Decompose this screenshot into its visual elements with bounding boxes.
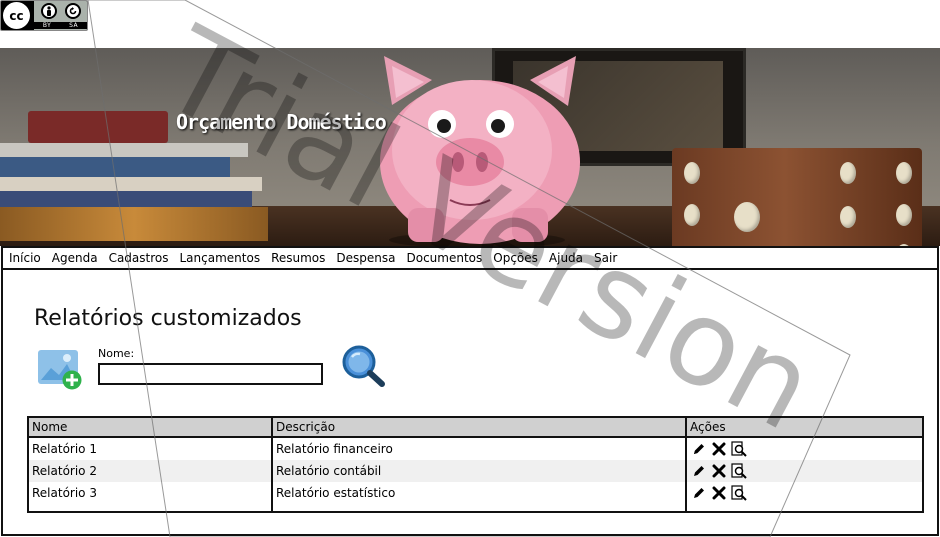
header-descricao[interactable]: Descrição xyxy=(273,418,685,436)
piggy-bank xyxy=(380,56,580,246)
row-description: Relatório contábil xyxy=(276,464,382,478)
share-alike-icon xyxy=(64,3,81,19)
row-name: Relatório 2 xyxy=(32,464,97,478)
main-frame: Início Agenda Cadastros Lançamentos Resu… xyxy=(1,246,939,536)
menu-documentos[interactable]: Documentos xyxy=(407,251,483,265)
cc-license-badge: cc BY SA xyxy=(0,0,88,31)
menu-ajuda[interactable]: Ajuda xyxy=(549,251,583,265)
table-row[interactable]: Relatório 1 Relatório financeiro xyxy=(29,438,922,460)
name-input[interactable] xyxy=(98,363,323,385)
table-row[interactable]: Relatório 2 Relatório contábil xyxy=(29,460,922,482)
dice xyxy=(672,148,922,246)
menu-bar: Início Agenda Cadastros Lançamentos Resu… xyxy=(3,248,937,270)
page-title: Relatórios customizados xyxy=(34,306,302,331)
reports-table: Nome Descrição Ações Relatório 1 Relatór… xyxy=(27,416,924,513)
menu-resumos[interactable]: Resumos xyxy=(271,251,325,265)
delete-x-icon[interactable] xyxy=(711,441,727,457)
person-icon xyxy=(40,3,57,19)
view-document-icon[interactable] xyxy=(731,485,747,501)
pencil-icon[interactable] xyxy=(691,441,707,457)
header-banner: Orçamento Doméstico xyxy=(0,48,940,246)
table-header: Nome Descrição Ações xyxy=(29,418,922,438)
cc-icon: cc xyxy=(3,2,30,29)
name-label: Nome: xyxy=(98,347,135,360)
row-name: Relatório 1 xyxy=(32,442,97,456)
menu-sair[interactable]: Sair xyxy=(594,251,617,265)
menu-lancamentos[interactable]: Lançamentos xyxy=(180,251,261,265)
search-icon[interactable] xyxy=(340,344,386,388)
table-row[interactable]: Relatório 3 Relatório estatístico xyxy=(29,482,922,504)
view-document-icon[interactable] xyxy=(731,441,747,457)
row-description: Relatório estatístico xyxy=(276,486,396,500)
pencil-icon[interactable] xyxy=(691,485,707,501)
menu-opcoes[interactable]: Opções xyxy=(493,251,538,265)
pencil-icon[interactable] xyxy=(691,463,707,479)
view-document-icon[interactable] xyxy=(731,463,747,479)
menu-agenda[interactable]: Agenda xyxy=(52,251,98,265)
menu-inicio[interactable]: Início xyxy=(9,251,41,265)
row-name: Relatório 3 xyxy=(32,486,97,500)
add-image-icon[interactable] xyxy=(37,348,83,390)
menu-despensa[interactable]: Despensa xyxy=(336,251,395,265)
row-description: Relatório financeiro xyxy=(276,442,393,456)
header-acoes: Ações xyxy=(690,420,726,434)
delete-x-icon[interactable] xyxy=(711,485,727,501)
app-title: Orçamento Doméstico xyxy=(176,110,387,134)
header-nome[interactable]: Nome xyxy=(29,418,271,436)
delete-x-icon[interactable] xyxy=(711,463,727,479)
menu-cadastros[interactable]: Cadastros xyxy=(109,251,169,265)
